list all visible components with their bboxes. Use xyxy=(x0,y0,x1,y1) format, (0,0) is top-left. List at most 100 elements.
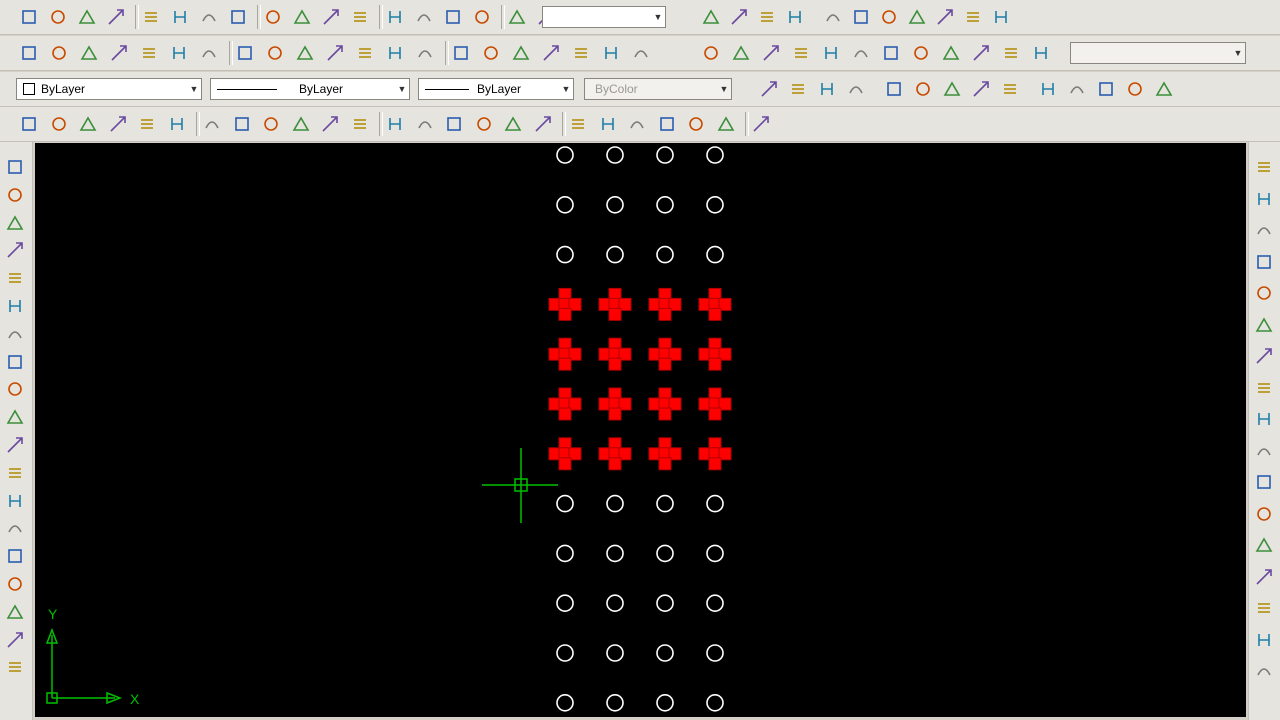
circle-object[interactable] xyxy=(656,146,674,164)
3d-orbit-icon[interactable] xyxy=(540,42,562,64)
center-mark-icon[interactable] xyxy=(413,6,435,28)
wedge-icon[interactable] xyxy=(787,78,809,100)
plot-preview-icon[interactable] xyxy=(136,113,158,135)
drawing-canvas[interactable]: X Y xyxy=(35,143,1246,717)
new-icon[interactable] xyxy=(18,113,40,135)
selected-circle-grips[interactable] xyxy=(598,287,632,321)
ellipse-arc-icon[interactable] xyxy=(4,434,26,456)
circle-object[interactable] xyxy=(606,693,624,712)
revolve-icon[interactable] xyxy=(1124,78,1146,100)
trim-icon[interactable] xyxy=(1253,440,1275,462)
diameter-icon[interactable] xyxy=(198,6,220,28)
selected-circle-grips[interactable] xyxy=(698,387,732,421)
circle-object[interactable] xyxy=(706,594,724,613)
rotate-icon[interactable] xyxy=(1253,345,1275,367)
mirror-icon[interactable] xyxy=(1253,219,1275,241)
circle-object[interactable] xyxy=(556,245,574,264)
cylinder-icon[interactable] xyxy=(138,42,160,64)
linetype-control-dropdown[interactable]: ByLayer ▼ xyxy=(210,78,410,100)
ordinate-icon[interactable] xyxy=(105,6,127,28)
dim-update-icon[interactable] xyxy=(506,6,528,28)
torus-icon[interactable] xyxy=(168,42,190,64)
circle-object[interactable] xyxy=(556,146,574,164)
extend-icon[interactable] xyxy=(1253,471,1275,493)
ucs-prev-icon[interactable] xyxy=(1030,42,1052,64)
union-icon[interactable] xyxy=(450,42,472,64)
named-views-icon[interactable] xyxy=(630,42,652,64)
polygon-icon[interactable] xyxy=(4,239,26,261)
sphere-icon[interactable] xyxy=(845,78,867,100)
copy-icon[interactable] xyxy=(260,113,282,135)
sphere-icon[interactable] xyxy=(108,42,130,64)
selected-circle-grips[interactable] xyxy=(598,337,632,371)
circle-object[interactable] xyxy=(606,644,624,662)
tolerance-icon[interactable] xyxy=(384,6,406,28)
loft-icon[interactable] xyxy=(1153,78,1175,100)
helix-icon[interactable] xyxy=(970,78,992,100)
block-editor-icon[interactable] xyxy=(349,113,371,135)
rotate-3d-icon[interactable] xyxy=(728,6,750,28)
calculator-icon[interactable] xyxy=(715,113,737,135)
point-icon[interactable] xyxy=(4,517,26,539)
jogged-icon[interactable] xyxy=(169,6,191,28)
dimedit-icon[interactable] xyxy=(442,6,464,28)
selected-circle-grips[interactable] xyxy=(548,287,582,321)
render-icon[interactable] xyxy=(756,6,778,28)
circle-object[interactable] xyxy=(606,146,624,164)
extrude-icon[interactable] xyxy=(294,42,316,64)
baseline-icon[interactable] xyxy=(291,6,313,28)
circle-object[interactable] xyxy=(556,494,574,513)
publish-icon[interactable] xyxy=(166,113,188,135)
subtract-icon[interactable] xyxy=(480,42,502,64)
zoom-previous-icon[interactable] xyxy=(532,113,554,135)
planar-surface-icon[interactable] xyxy=(999,78,1021,100)
circle-object[interactable] xyxy=(556,644,574,662)
polyline-icon[interactable] xyxy=(4,212,26,234)
bottom-view-icon[interactable] xyxy=(730,42,752,64)
linear-dim-icon[interactable] xyxy=(18,6,40,28)
offset-icon[interactable] xyxy=(1253,251,1275,273)
plot-icon[interactable] xyxy=(107,113,129,135)
stretch-icon[interactable] xyxy=(1253,408,1275,430)
nw-iso-icon[interactable] xyxy=(970,42,992,64)
table-icon[interactable] xyxy=(4,629,26,651)
circle-object[interactable] xyxy=(556,594,574,613)
selected-circle-grips[interactable] xyxy=(548,437,582,471)
cylinder-icon[interactable] xyxy=(883,78,905,100)
circle-object[interactable] xyxy=(656,644,674,662)
angular-icon[interactable] xyxy=(227,6,249,28)
free-orbit-icon[interactable] xyxy=(570,42,592,64)
text-icon[interactable] xyxy=(784,6,806,28)
plotstyle-control-dropdown[interactable]: ByColor ▼ xyxy=(584,78,732,100)
spline-icon[interactable] xyxy=(4,378,26,400)
selected-circle-grips[interactable] xyxy=(648,437,682,471)
circle-object[interactable] xyxy=(606,494,624,513)
selected-circle-grips[interactable] xyxy=(548,387,582,421)
ne-iso-icon[interactable] xyxy=(940,42,962,64)
properties-icon[interactable] xyxy=(567,113,589,135)
circle-object[interactable] xyxy=(706,195,724,214)
zoom-realtime-icon[interactable] xyxy=(473,113,495,135)
circle-object[interactable] xyxy=(606,544,624,563)
circle-object[interactable] xyxy=(656,195,674,214)
box-icon[interactable] xyxy=(18,42,40,64)
paste-icon[interactable] xyxy=(290,113,312,135)
justify-text-icon[interactable] xyxy=(962,6,984,28)
markup-icon[interactable] xyxy=(685,113,707,135)
circle-object[interactable] xyxy=(556,544,574,563)
erase-icon[interactable] xyxy=(1253,156,1275,178)
continue-icon[interactable] xyxy=(320,6,342,28)
region-icon[interactable] xyxy=(4,601,26,623)
circle-object[interactable] xyxy=(706,146,724,164)
continuous-orbit-icon[interactable] xyxy=(600,42,622,64)
make-block-icon[interactable] xyxy=(4,490,26,512)
circle-object[interactable] xyxy=(706,544,724,563)
ellipse-icon[interactable] xyxy=(4,406,26,428)
selected-circle-grips[interactable] xyxy=(648,287,682,321)
radius-icon[interactable] xyxy=(140,6,162,28)
cone-icon[interactable] xyxy=(78,42,100,64)
scale-text-icon[interactable] xyxy=(934,6,956,28)
dimtedit-icon[interactable] xyxy=(471,6,493,28)
circle-object[interactable] xyxy=(656,693,674,712)
intersect-icon[interactable] xyxy=(510,42,532,64)
